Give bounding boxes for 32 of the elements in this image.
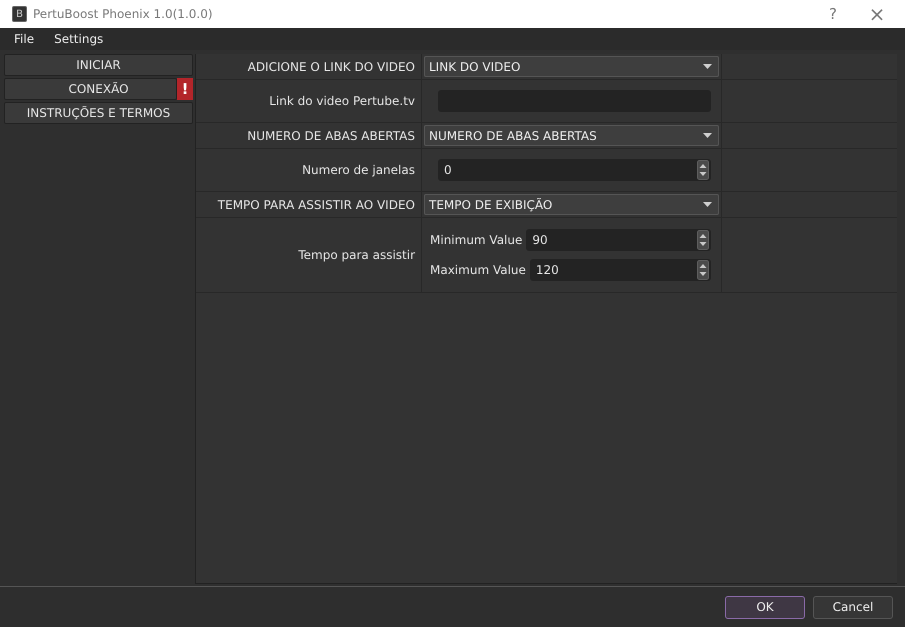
close-button[interactable]: ×	[855, 0, 899, 28]
sidebar-button[interactable]: INICIAR	[4, 54, 193, 76]
field-label: ADICIONE O LINK DO VIDEO	[248, 60, 415, 74]
number-field[interactable]: 120	[530, 259, 711, 281]
sidebar-button[interactable]: CONEXÃO	[4, 78, 177, 100]
field-label: Numero de janelas	[302, 163, 415, 177]
field-label: Link do video Pertube.tv	[269, 94, 415, 108]
number-field[interactable]: 90	[526, 229, 711, 251]
warning-badge: !	[177, 78, 193, 100]
dropdown[interactable]: LINK DO VIDEO	[424, 56, 719, 77]
sidebar-button[interactable]: INSTRUÇÕES E TERMOS	[4, 102, 193, 124]
help-button[interactable]: ?	[811, 0, 855, 28]
field-label: TEMPO PARA ASSISTIR AO VIDEO	[218, 198, 415, 212]
caret-icon	[703, 64, 712, 69]
field-label: NUMERO DE ABAS ABERTAS	[247, 128, 415, 142]
field-label: Minimum Value	[429, 233, 522, 247]
menu-item[interactable]: Settings	[48, 32, 104, 46]
caret-icon	[703, 133, 712, 138]
dropdown[interactable]: TEMPO DE EXIBIÇÃO	[424, 194, 719, 215]
field-label: Maximum Value	[429, 263, 526, 277]
app-icon: B	[12, 6, 27, 22]
spin-arrows-icon	[697, 260, 709, 280]
window-title: PertuBoost Phoenix 1.0(1.0.0)	[33, 7, 213, 21]
field-label: Tempo para assistir	[298, 248, 415, 262]
menu-item[interactable]: File	[8, 32, 34, 46]
dialog-button[interactable]: Cancel	[813, 596, 893, 618]
spin-arrows-icon	[697, 230, 709, 250]
caret-icon	[703, 202, 712, 207]
dropdown[interactable]: NUMERO DE ABAS ABERTAS	[424, 125, 719, 146]
number-field[interactable]: 0	[438, 159, 711, 181]
spin-arrows-icon	[697, 160, 709, 180]
dialog-button[interactable]: OK	[725, 596, 805, 618]
